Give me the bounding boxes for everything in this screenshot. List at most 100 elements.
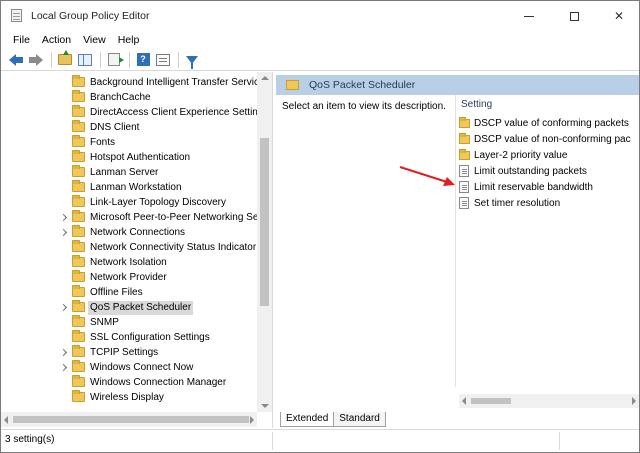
chevron-right-icon[interactable] (59, 345, 67, 360)
folder-icon (286, 80, 299, 90)
tree-item[interactable]: Network Provider (1, 270, 257, 285)
scroll-thumb[interactable] (471, 398, 511, 404)
menu-bar: File Action View Help (1, 31, 639, 49)
title-bar[interactable]: Local Group Policy Editor ✕ (1, 1, 639, 31)
console-tree[interactable]: Background Intelligent Transfer Servic Br… (1, 72, 273, 428)
scroll-left-icon[interactable] (4, 416, 8, 424)
details-header: QoS Packet Scheduler (276, 75, 639, 95)
filter-icon (186, 55, 198, 69)
menu-help[interactable]: Help (112, 34, 146, 46)
tree-item[interactable]: Windows Connection Manager (1, 375, 257, 390)
folder-icon (72, 300, 85, 312)
policy-setting-row[interactable]: Limit outstanding packets (459, 163, 587, 179)
forward-arrow-icon (29, 53, 43, 66)
scroll-thumb[interactable] (260, 138, 269, 306)
tree-item[interactable]: SNMP (1, 315, 257, 330)
chevron-right-icon[interactable] (59, 225, 67, 240)
folder-icon (72, 255, 85, 267)
policy-setting-icon (459, 165, 469, 177)
policy-setting-icon (459, 181, 469, 193)
scroll-thumb[interactable] (13, 416, 249, 423)
forward-button[interactable] (27, 51, 45, 69)
chevron-right-icon[interactable] (59, 210, 67, 225)
tree-item[interactable]: Microsoft Peer-to-Peer Networking Se (1, 210, 259, 225)
menu-action[interactable]: Action (36, 34, 77, 46)
toolbar-separator (178, 51, 179, 68)
tree-item[interactable]: Background Intelligent Transfer Servic (1, 75, 259, 90)
tree-item[interactable]: Network Connections (1, 225, 257, 240)
toolbar-separator (129, 51, 130, 68)
help-button[interactable]: ? (134, 51, 152, 69)
tree-item-label: Wireless Display (90, 391, 164, 403)
tree-item-label: Microsoft Peer-to-Peer Networking Se (90, 211, 259, 223)
tree-item-label: DNS Client (90, 121, 140, 133)
folder-icon (72, 165, 85, 177)
tree-item[interactable]: Hotspot Authentication (1, 150, 257, 165)
tree-item[interactable]: TCPIP Settings (1, 345, 257, 360)
minimize-button[interactable] (509, 1, 549, 31)
folder-icon (72, 180, 85, 192)
tree-item[interactable]: QoS Packet Scheduler (1, 300, 257, 315)
tab-extended[interactable]: Extended (280, 412, 335, 427)
tree-item-label: Network Provider (90, 271, 167, 283)
close-icon: ✕ (613, 9, 625, 23)
folder-icon (72, 135, 85, 147)
chevron-right-icon[interactable] (59, 300, 67, 315)
menu-file[interactable]: File (1, 34, 36, 46)
details-horizontal-scrollbar[interactable] (459, 394, 639, 408)
tree-item[interactable]: Network Isolation (1, 255, 257, 270)
scroll-left-icon[interactable] (462, 397, 466, 405)
tab-standard[interactable]: Standard (333, 412, 386, 427)
show-hide-tree-button[interactable] (76, 51, 94, 69)
folder-icon (72, 390, 85, 402)
setting-folder-row[interactable]: Layer-2 priority value (459, 147, 567, 163)
tree-item-label: BranchCache (90, 91, 151, 103)
tree-item-label: Lanman Workstation (90, 181, 182, 193)
properties-button[interactable] (154, 51, 172, 69)
tree-item[interactable]: Lanman Workstation (1, 180, 257, 195)
tree-item[interactable]: Lanman Server (1, 165, 257, 180)
tree-horizontal-scrollbar[interactable] (1, 412, 257, 427)
tree-item-label: Lanman Server (90, 166, 159, 178)
filter-button[interactable] (183, 51, 201, 69)
policy-setting-row[interactable]: Set timer resolution (459, 195, 560, 211)
export-icon (108, 53, 124, 66)
scroll-down-icon[interactable] (261, 404, 269, 408)
tree-item[interactable]: Windows Connect Now (1, 360, 257, 375)
tree-item[interactable]: DirectAccess Client Experience Setting (1, 105, 263, 120)
help-icon: ? (136, 53, 150, 66)
tree-item[interactable]: Wireless Display (1, 390, 257, 405)
tree-item[interactable]: Link-Layer Topology Discovery (1, 195, 257, 210)
scroll-right-icon[interactable] (250, 416, 254, 424)
tree-item-label: Hotspot Authentication (90, 151, 191, 163)
tree-item[interactable]: Offline Files (1, 285, 257, 300)
up-one-level-button[interactable] (56, 50, 74, 69)
details-pane: QoS Packet Scheduler Select an item to v… (276, 72, 639, 428)
scroll-up-icon[interactable] (261, 76, 269, 80)
tree-item[interactable]: SSL Configuration Settings (1, 330, 257, 345)
tree-item[interactable]: DNS Client (1, 120, 257, 135)
app-icon (9, 8, 25, 24)
tree-item-label: SSL Configuration Settings (90, 331, 210, 343)
back-button[interactable] (7, 51, 25, 69)
maximize-button[interactable] (554, 1, 594, 31)
tree-item[interactable]: BranchCache (1, 90, 257, 105)
setting-folder-row[interactable]: DSCP value of non-conforming pac (459, 131, 631, 147)
tree-item[interactable]: Network Connectivity Status Indicator (1, 240, 257, 255)
tree-vertical-scrollbar[interactable] (257, 72, 272, 412)
scroll-right-icon[interactable] (632, 397, 636, 405)
setting-label: Set timer resolution (474, 197, 561, 209)
tree-item-label: Network Connections (90, 226, 186, 238)
tree-item[interactable]: Fonts (1, 135, 257, 150)
policy-setting-row[interactable]: Limit reservable bandwidth (459, 179, 593, 195)
setting-column-header[interactable]: Setting (461, 99, 492, 110)
folder-icon (72, 195, 85, 207)
folder-icon (72, 330, 85, 342)
setting-folder-row[interactable]: DSCP value of conforming packets (459, 115, 629, 131)
folder-icon (459, 132, 470, 144)
close-button[interactable]: ✕ (599, 1, 639, 31)
menu-view[interactable]: View (77, 34, 112, 46)
toolbar: ? (1, 49, 639, 71)
export-list-button[interactable] (105, 51, 124, 69)
chevron-right-icon[interactable] (59, 360, 67, 375)
